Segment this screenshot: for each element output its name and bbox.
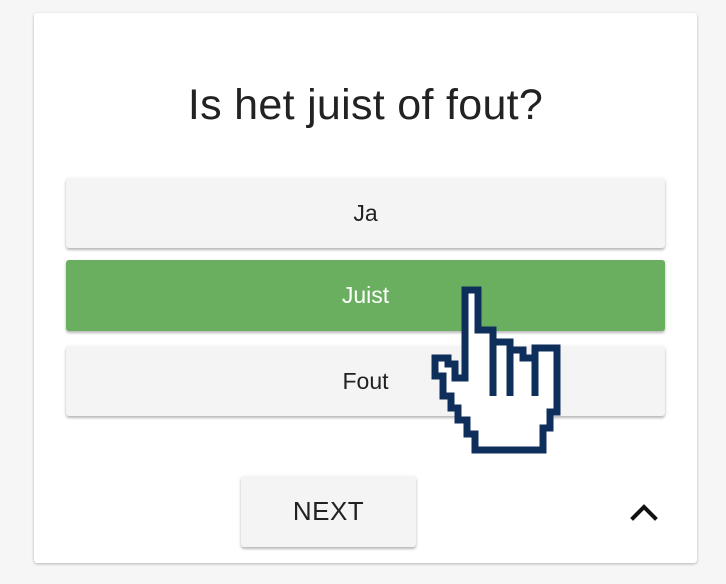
answer-option-ja[interactable]: Ja [66, 178, 665, 248]
collapse-button[interactable] [624, 493, 664, 533]
chevron-up-icon [630, 504, 658, 521]
answer-option-label: Juist [341, 282, 390, 308]
quiz-card: Is het juist of fout? Ja Juist Fout NEXT [34, 13, 697, 563]
answer-option-fout[interactable]: Fout [66, 346, 665, 416]
next-button[interactable]: NEXT [241, 476, 416, 547]
answer-option-label: Ja [353, 200, 378, 226]
answer-option-label: Fout [342, 368, 389, 394]
next-button-label: NEXT [292, 496, 365, 526]
answer-option-juist[interactable]: Juist [66, 260, 665, 331]
question-title: Is het juist of fout? [187, 81, 544, 129]
